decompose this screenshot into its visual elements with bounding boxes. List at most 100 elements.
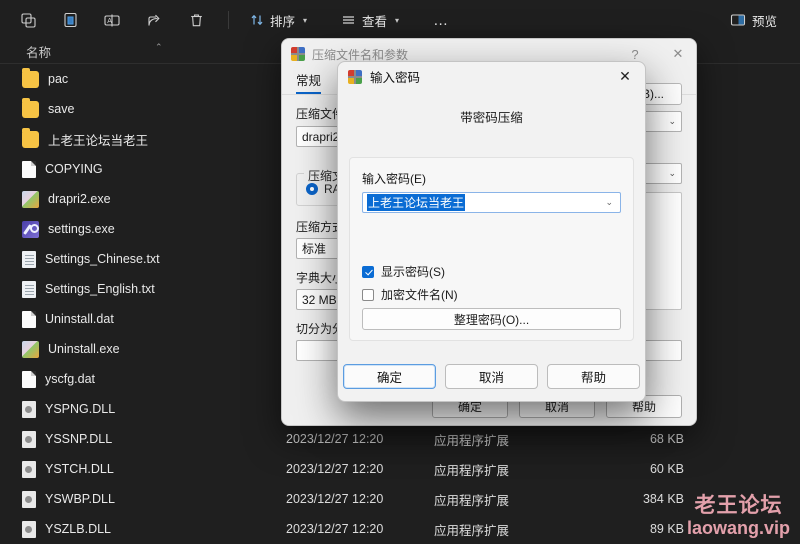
dll-icon: [22, 430, 36, 448]
organize-passwords-button[interactable]: 整理密码(O)...: [362, 308, 621, 330]
password-cancel-button[interactable]: 取消: [445, 363, 538, 389]
chevron-down-icon: ⌄: [668, 168, 676, 178]
preview-icon: [730, 14, 746, 26]
file-name-cell: settings.exe: [22, 220, 286, 238]
folder-icon: [22, 98, 39, 118]
file-name-cell: YSSNP.DLL: [22, 430, 286, 448]
file-name-label: YSTCH.DLL: [45, 462, 114, 476]
column-header-name[interactable]: 名称: [0, 42, 51, 61]
rar-dialog-title: 压缩文件名和参数: [312, 47, 409, 62]
more-options-button[interactable]: …: [424, 5, 458, 35]
folder-icon: [22, 128, 39, 148]
close-icon[interactable]: ✕: [605, 62, 645, 91]
file-name-label: yscfg.dat: [45, 372, 96, 386]
rename-icon[interactable]: A: [92, 5, 132, 35]
file-type-cell: 应用程序扩展: [434, 433, 510, 448]
copy-icon[interactable]: [8, 5, 48, 35]
file-type-cell: 应用程序扩展: [434, 493, 510, 508]
doc-icon: [22, 370, 36, 388]
file-size-cell: 60 KB: [649, 462, 684, 476]
method-value: 标准: [302, 242, 327, 256]
password-checkbox-group: 显示密码(S) 加密文件名(N): [362, 263, 621, 303]
password-ok-button[interactable]: 确定: [343, 363, 436, 389]
radio-selected-icon: [306, 183, 318, 195]
file-name-cell: Settings_English.txt: [22, 280, 286, 298]
file-name-label: 上老王论坛当老王: [48, 133, 149, 148]
table-row[interactable]: YSSNP.DLL 2023/12/27 12:20 应用程序扩展 68 KB: [0, 424, 800, 454]
password-title-bar: 输入密码 ✕: [338, 62, 645, 91]
chevron-down-icon: ⌄: [668, 116, 676, 126]
file-name-cell: yscfg.dat: [22, 370, 286, 388]
file-name-cell: 上老王论坛当老王: [22, 128, 286, 149]
password-input[interactable]: 上老王论坛当老王 ⌄: [362, 192, 621, 213]
file-name-label: YSPNG.DLL: [45, 402, 116, 416]
app-icon: [22, 340, 39, 358]
close-icon[interactable]: ✕: [660, 39, 696, 69]
delete-icon[interactable]: [176, 5, 216, 35]
password-help-button[interactable]: 帮助: [547, 363, 640, 389]
table-row[interactable]: YSTCH.DLL 2023/12/27 12:20 应用程序扩展 60 KB: [0, 454, 800, 484]
file-name-cell: Settings_Chinese.txt: [22, 250, 286, 268]
app-icon: [22, 190, 39, 208]
file-name-label: settings.exe: [48, 222, 115, 236]
tab-general[interactable]: 常规: [296, 70, 322, 94]
file-date-cell: 2023/12/27 12:20: [286, 432, 384, 446]
dll-icon: [22, 400, 36, 418]
svg-text:A: A: [107, 18, 112, 25]
winrar-icon: [291, 47, 305, 61]
sort-label: 排序: [270, 14, 296, 29]
password-panel: 输入密码(E) 上老王论坛当老王 ⌄ 显示密码(S) 加密文件名(N) 整理密码…: [349, 157, 634, 341]
file-date-cell: 2023/12/27 12:20: [286, 462, 384, 476]
archive-name-value: drapri2: [302, 129, 340, 144]
doc-icon: [22, 160, 36, 178]
set-icon: [22, 220, 39, 238]
explorer-toolbar: A 排序 ▾ 查看 ▾ … 预览: [0, 0, 800, 40]
file-type-cell: 应用程序扩展: [434, 523, 510, 538]
sort-icon: [251, 15, 263, 25]
encrypt-filenames-checkbox[interactable]: 加密文件名(N): [362, 286, 621, 303]
paste-icon[interactable]: [50, 5, 90, 35]
show-password-checkbox[interactable]: 显示密码(S): [362, 263, 621, 280]
chevron-down-icon: ▾: [303, 15, 308, 25]
dll-icon: [22, 520, 36, 538]
file-name-label: drapri2.exe: [48, 192, 111, 206]
view-button[interactable]: 查看 ▾: [332, 5, 408, 35]
file-size-cell: 89 KB: [649, 522, 684, 536]
txt-icon: [22, 280, 36, 298]
chevron-down-icon[interactable]: ⌄: [605, 197, 616, 208]
password-value: 上老王论坛当老王: [367, 194, 466, 211]
file-date-cell: 2023/12/27 12:20: [286, 492, 384, 506]
file-name-label: Uninstall.dat: [45, 312, 114, 326]
file-name-label: Settings_English.txt: [45, 282, 155, 296]
table-row[interactable]: YSWBP.DLL 2023/12/27 12:20 应用程序扩展 384 KB: [0, 484, 800, 514]
file-name-label: YSSNP.DLL: [45, 432, 113, 446]
file-name-label: Uninstall.exe: [48, 342, 120, 356]
chevron-down-icon: ▾: [395, 15, 400, 25]
file-name-label: Settings_Chinese.txt: [45, 252, 160, 266]
dll-icon: [22, 490, 36, 508]
file-name-label: pac: [48, 72, 69, 86]
view-icon: [343, 16, 355, 24]
sort-button[interactable]: 排序 ▾: [241, 5, 316, 35]
file-name-cell: YSZLB.DLL: [22, 520, 286, 538]
checkbox-checked-icon: [362, 265, 374, 278]
file-name-cell: pac: [22, 68, 286, 88]
preview-button[interactable]: 预览: [721, 5, 786, 35]
show-password-label: 显示密码(S): [381, 265, 445, 279]
file-name-cell: YSWBP.DLL: [22, 490, 286, 508]
file-name-label: save: [48, 102, 75, 116]
file-name-cell: YSTCH.DLL: [22, 460, 286, 478]
doc-icon: [22, 310, 36, 328]
dictionary-value: 32 MB: [302, 292, 337, 307]
file-size-cell: 384 KB: [642, 492, 684, 506]
share-icon[interactable]: [134, 5, 174, 35]
folder-icon: [22, 68, 39, 88]
file-name-label: YSWBP.DLL: [45, 492, 115, 506]
file-name-cell: drapri2.exe: [22, 190, 286, 208]
file-name-cell: Uninstall.dat: [22, 310, 286, 328]
file-name-cell: save: [22, 98, 286, 118]
view-label: 查看: [362, 14, 388, 29]
table-row[interactable]: YSZLB.DLL 2023/12/27 12:20 应用程序扩展 89 KB: [0, 514, 800, 544]
file-name-cell: YSPNG.DLL: [22, 400, 286, 418]
password-heading: 带密码压缩: [460, 111, 523, 125]
